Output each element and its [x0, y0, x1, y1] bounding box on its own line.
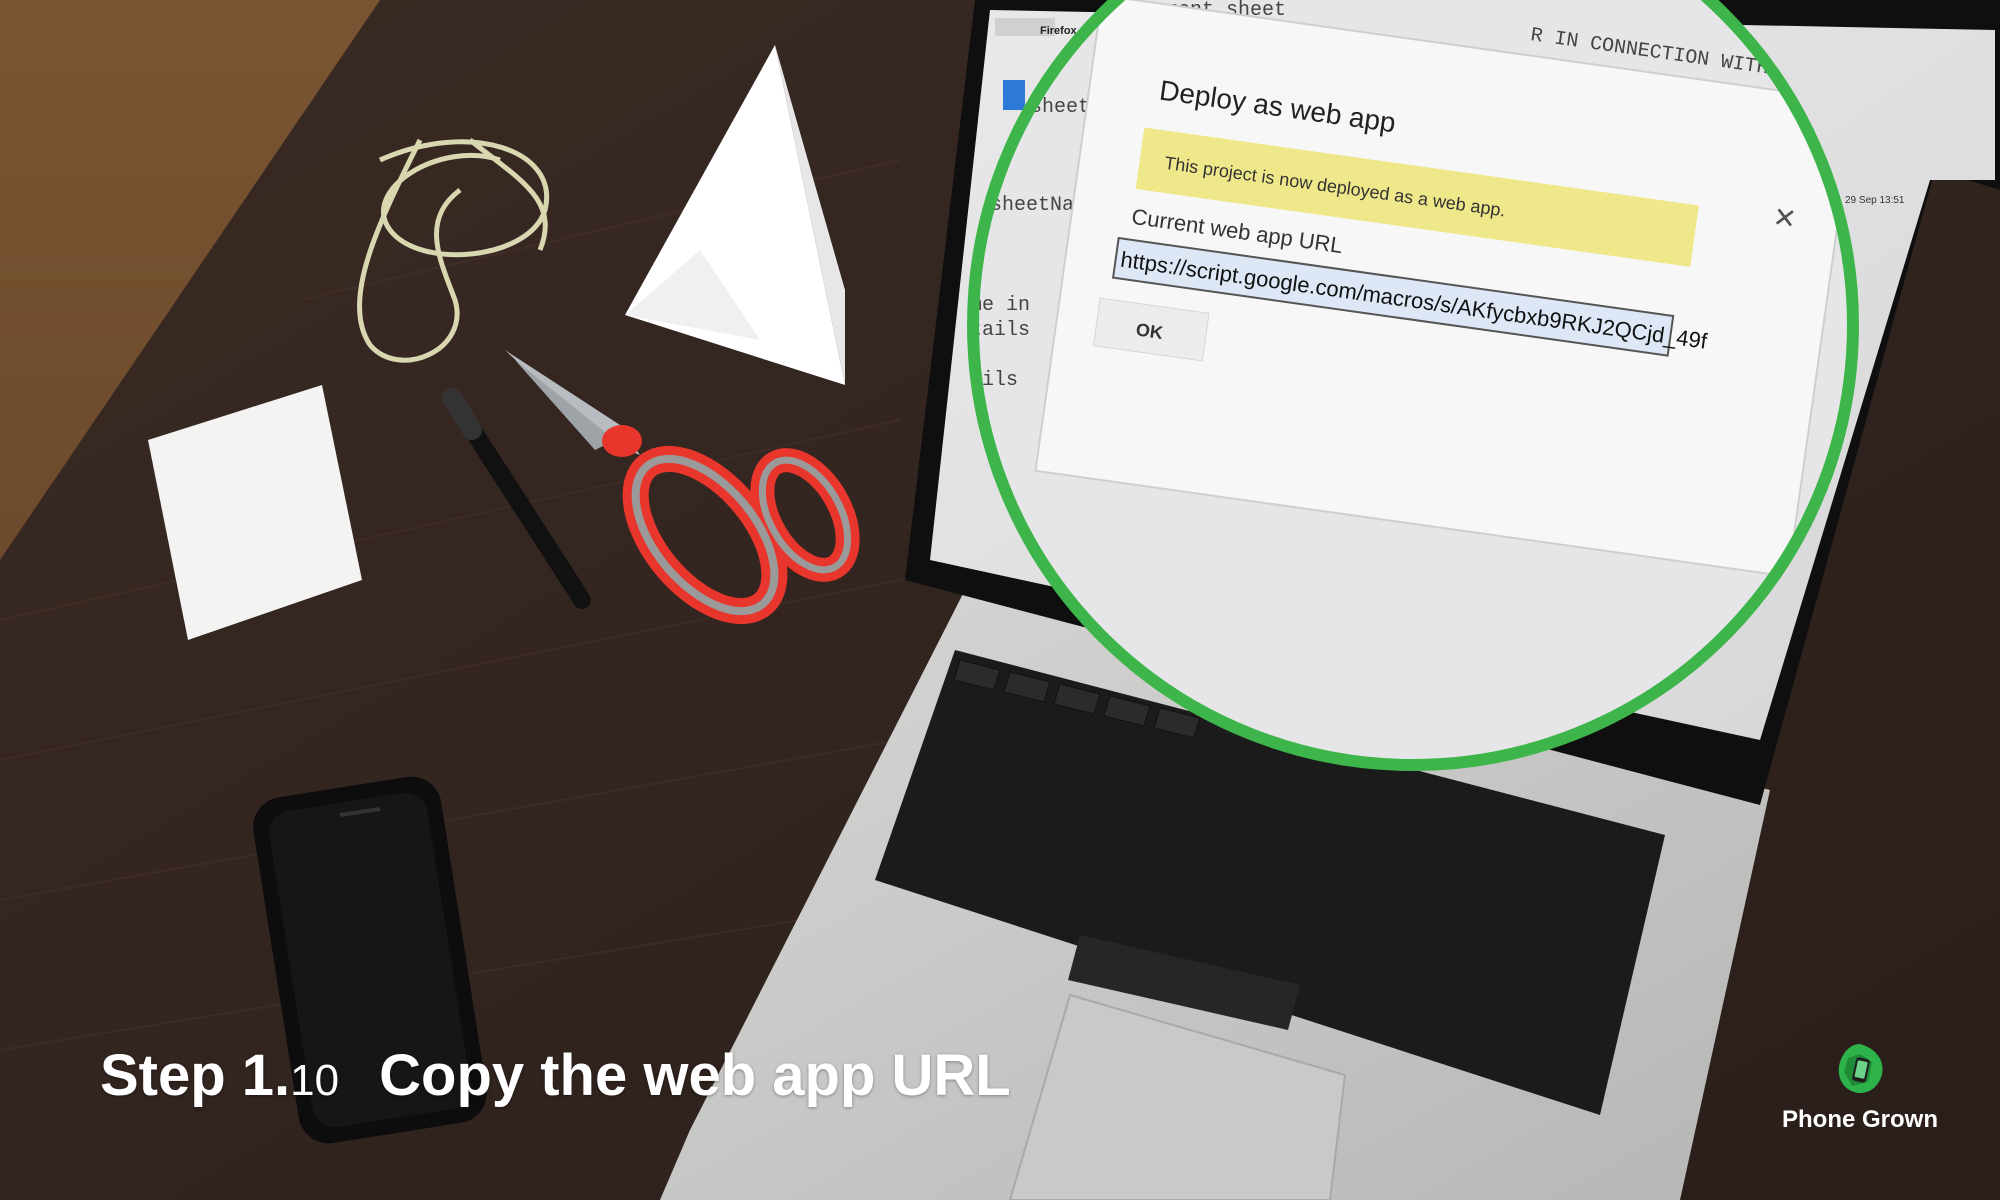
ok-button-label: OK [1135, 319, 1165, 343]
status-clock: 29 Sep 13:51 [1845, 195, 1905, 206]
code-line-3: sheetNa [990, 194, 1074, 217]
phone-grown-logo-icon [1838, 1044, 1883, 1094]
step-caption: Step 1.10 Copy the web app URL [100, 1042, 1011, 1109]
dialog-close-icon[interactable]: ✕ [1771, 201, 1799, 235]
browser-app-name: Firefox [1040, 25, 1078, 37]
desk-scene: Firefox 29 Sep 13:51 current sheet sheet… [0, 0, 2000, 1200]
brand-name: Phone Grown [1782, 1106, 1938, 1133]
brand-badge: Phone Grown [1770, 1040, 1950, 1134]
step-title: Copy the web app URL [379, 1043, 1011, 1108]
step-number: 10 [290, 1056, 340, 1105]
step-label: Step 1. [100, 1043, 291, 1108]
